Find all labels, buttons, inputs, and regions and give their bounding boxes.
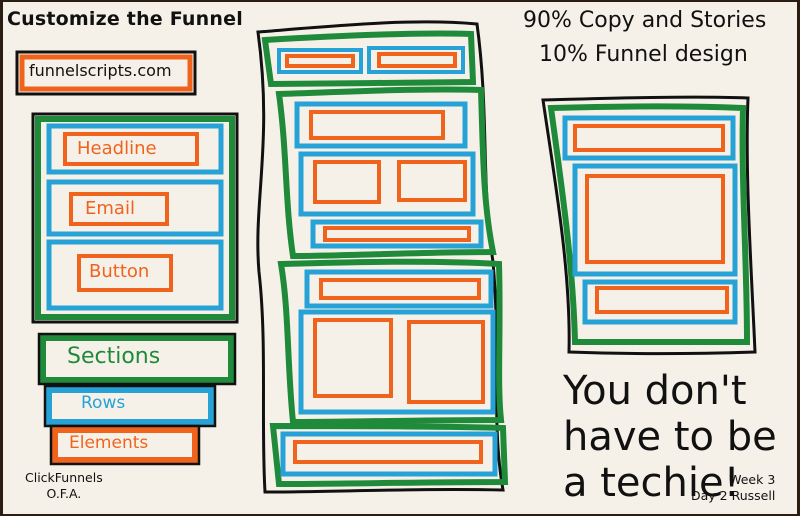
legend-elements-label: Elements [69, 433, 149, 453]
techie-line-1: You don't [563, 368, 747, 414]
funnel-s2-row-3 [310, 219, 484, 249]
right-element-3 [595, 286, 729, 314]
funnel-footer-element [293, 440, 483, 464]
ratio-copy: 90% Copy and Stories [523, 8, 767, 33]
footer-right-line-1: Week 3 [729, 472, 776, 487]
page-title: Customize the Funnel [7, 8, 243, 30]
funnel-s3-element-2 [313, 318, 393, 398]
button-label: Button [89, 261, 150, 282]
legend-sections-label: Sections [67, 344, 161, 369]
right-row-2 [572, 163, 738, 277]
footer-left-line-1: ClickFunnels [25, 470, 103, 485]
legend-rows-label: Rows [81, 393, 126, 413]
ratio-design: 10% Funnel design [539, 42, 748, 67]
funnel-header-element-2 [377, 52, 457, 68]
footer-right: Week 3 Day 2 Russell [691, 472, 775, 504]
funnel-header-row-1 [277, 48, 363, 74]
legend-rows-box [46, 387, 214, 425]
whiteboard-sheet: Customize the Funnel funnelscripts.com H… [3, 2, 797, 514]
funnel-s2-element-2 [313, 160, 381, 204]
stack-row-2 [46, 179, 224, 237]
domain-label: funnelscripts.com [29, 61, 172, 80]
right-element-2 [585, 174, 725, 264]
footer-left: ClickFunnels O.F.A. [25, 470, 103, 502]
funnel-header-element-1 [285, 54, 355, 68]
right-element-1 [573, 124, 725, 152]
footer-left-line-2: O.F.A. [46, 486, 82, 501]
footer-right-line-2: Day 2 Russell [691, 488, 776, 503]
funnel-s2-element-1 [309, 110, 445, 140]
email-label: Email [85, 198, 135, 219]
funnel-header-row-2 [367, 46, 465, 74]
funnel-s3-row-1 [304, 269, 494, 309]
right-page-section [547, 103, 751, 346]
funnel-s2-element-3 [397, 160, 467, 202]
funnel-s3-element-1 [319, 278, 481, 300]
funnel-s2-element-4 [323, 226, 471, 242]
funnel-s3-element-3 [407, 320, 485, 404]
headline-label: Headline [77, 138, 157, 159]
techie-line-2: have to be [563, 414, 777, 460]
